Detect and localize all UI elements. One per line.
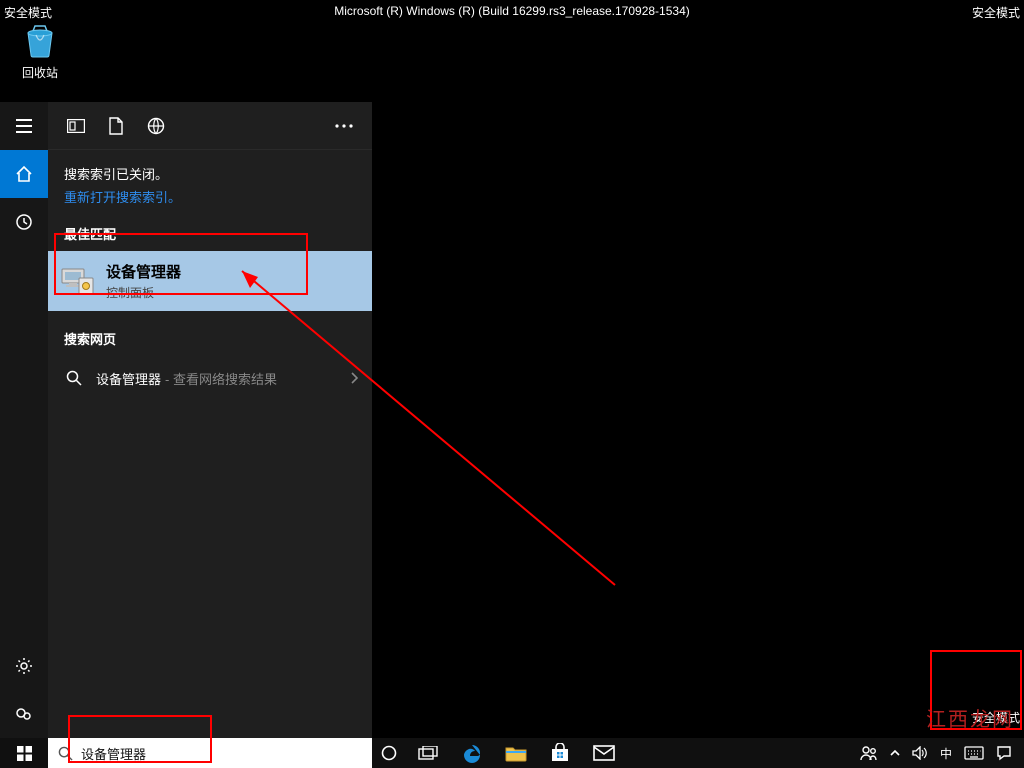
web-result-item[interactable]: 设备管理器 - 查看网络搜索结果: [48, 356, 372, 400]
chevron-right-icon: [350, 372, 358, 384]
best-match-title: 设备管理器: [106, 261, 181, 282]
tray-volume[interactable]: [906, 738, 934, 768]
search-icon: [64, 368, 84, 388]
safe-mode-label-top-left: 安全模式: [4, 4, 52, 21]
more-filters-button[interactable]: [324, 106, 364, 146]
taskbar-edge[interactable]: [450, 738, 494, 768]
taskbar-explorer[interactable]: [494, 738, 538, 768]
hamburger-button[interactable]: [0, 102, 48, 150]
filter-web-button[interactable]: [136, 106, 176, 146]
results-toolbar: [48, 102, 372, 150]
safe-mode-label-bottom-right: 安全模式: [972, 709, 1020, 726]
tray-ime[interactable]: 中: [934, 738, 958, 768]
cortana-button[interactable]: [372, 738, 406, 768]
taskbar-store[interactable]: [538, 738, 582, 768]
taskbar: 中: [0, 738, 1024, 768]
rail-clock[interactable]: [0, 198, 48, 246]
taskbar-search[interactable]: [48, 738, 372, 768]
start-rail: [0, 102, 48, 738]
rail-settings[interactable]: [0, 642, 48, 690]
recycle-bin-label: 回收站: [16, 64, 64, 81]
recycle-bin-icon: [20, 20, 60, 60]
web-result-subtitle: - 查看网络搜索结果: [165, 369, 277, 388]
tray-overflow[interactable]: [884, 738, 906, 768]
device-manager-icon: [60, 263, 96, 299]
taskbar-mail[interactable]: [582, 738, 626, 768]
search-web-header: 搜索网页: [48, 311, 372, 356]
tray-people[interactable]: [854, 738, 884, 768]
filter-documents-button[interactable]: [96, 106, 136, 146]
web-result-title: 设备管理器: [96, 369, 161, 388]
best-match-header: 最佳匹配: [48, 206, 372, 251]
rail-home[interactable]: [0, 150, 48, 198]
best-match-subtitle: 控制面板: [106, 284, 181, 301]
rail-feedback[interactable]: [0, 690, 48, 738]
search-icon: [58, 746, 73, 761]
task-view-button[interactable]: [406, 738, 450, 768]
search-input[interactable]: [81, 739, 341, 767]
system-tray: 中: [854, 738, 1024, 768]
tray-keyboard[interactable]: [958, 738, 990, 768]
search-results-pane: 搜索索引已关闭。 重新打开搜索索引。 最佳匹配 设备管理器 控制面板 搜索网页: [48, 102, 372, 738]
index-notice: 搜索索引已关闭。 重新打开搜索索引。: [48, 150, 372, 206]
build-info: Microsoft (R) Windows (R) (Build 16299.r…: [334, 4, 690, 18]
start-search-panel: 搜索索引已关闭。 重新打开搜索索引。 最佳匹配 设备管理器 控制面板 搜索网页: [0, 102, 372, 738]
recycle-bin[interactable]: 回收站: [16, 20, 64, 81]
index-closed-text: 搜索索引已关闭。: [64, 164, 356, 183]
best-match-item[interactable]: 设备管理器 控制面板: [48, 251, 372, 311]
filter-apps-button[interactable]: [56, 106, 96, 146]
start-button[interactable]: [0, 738, 48, 768]
safe-mode-label-top-right: 安全模式: [972, 4, 1020, 21]
tray-action-center[interactable]: [990, 738, 1018, 768]
reopen-index-link[interactable]: 重新打开搜索索引。: [64, 187, 356, 206]
